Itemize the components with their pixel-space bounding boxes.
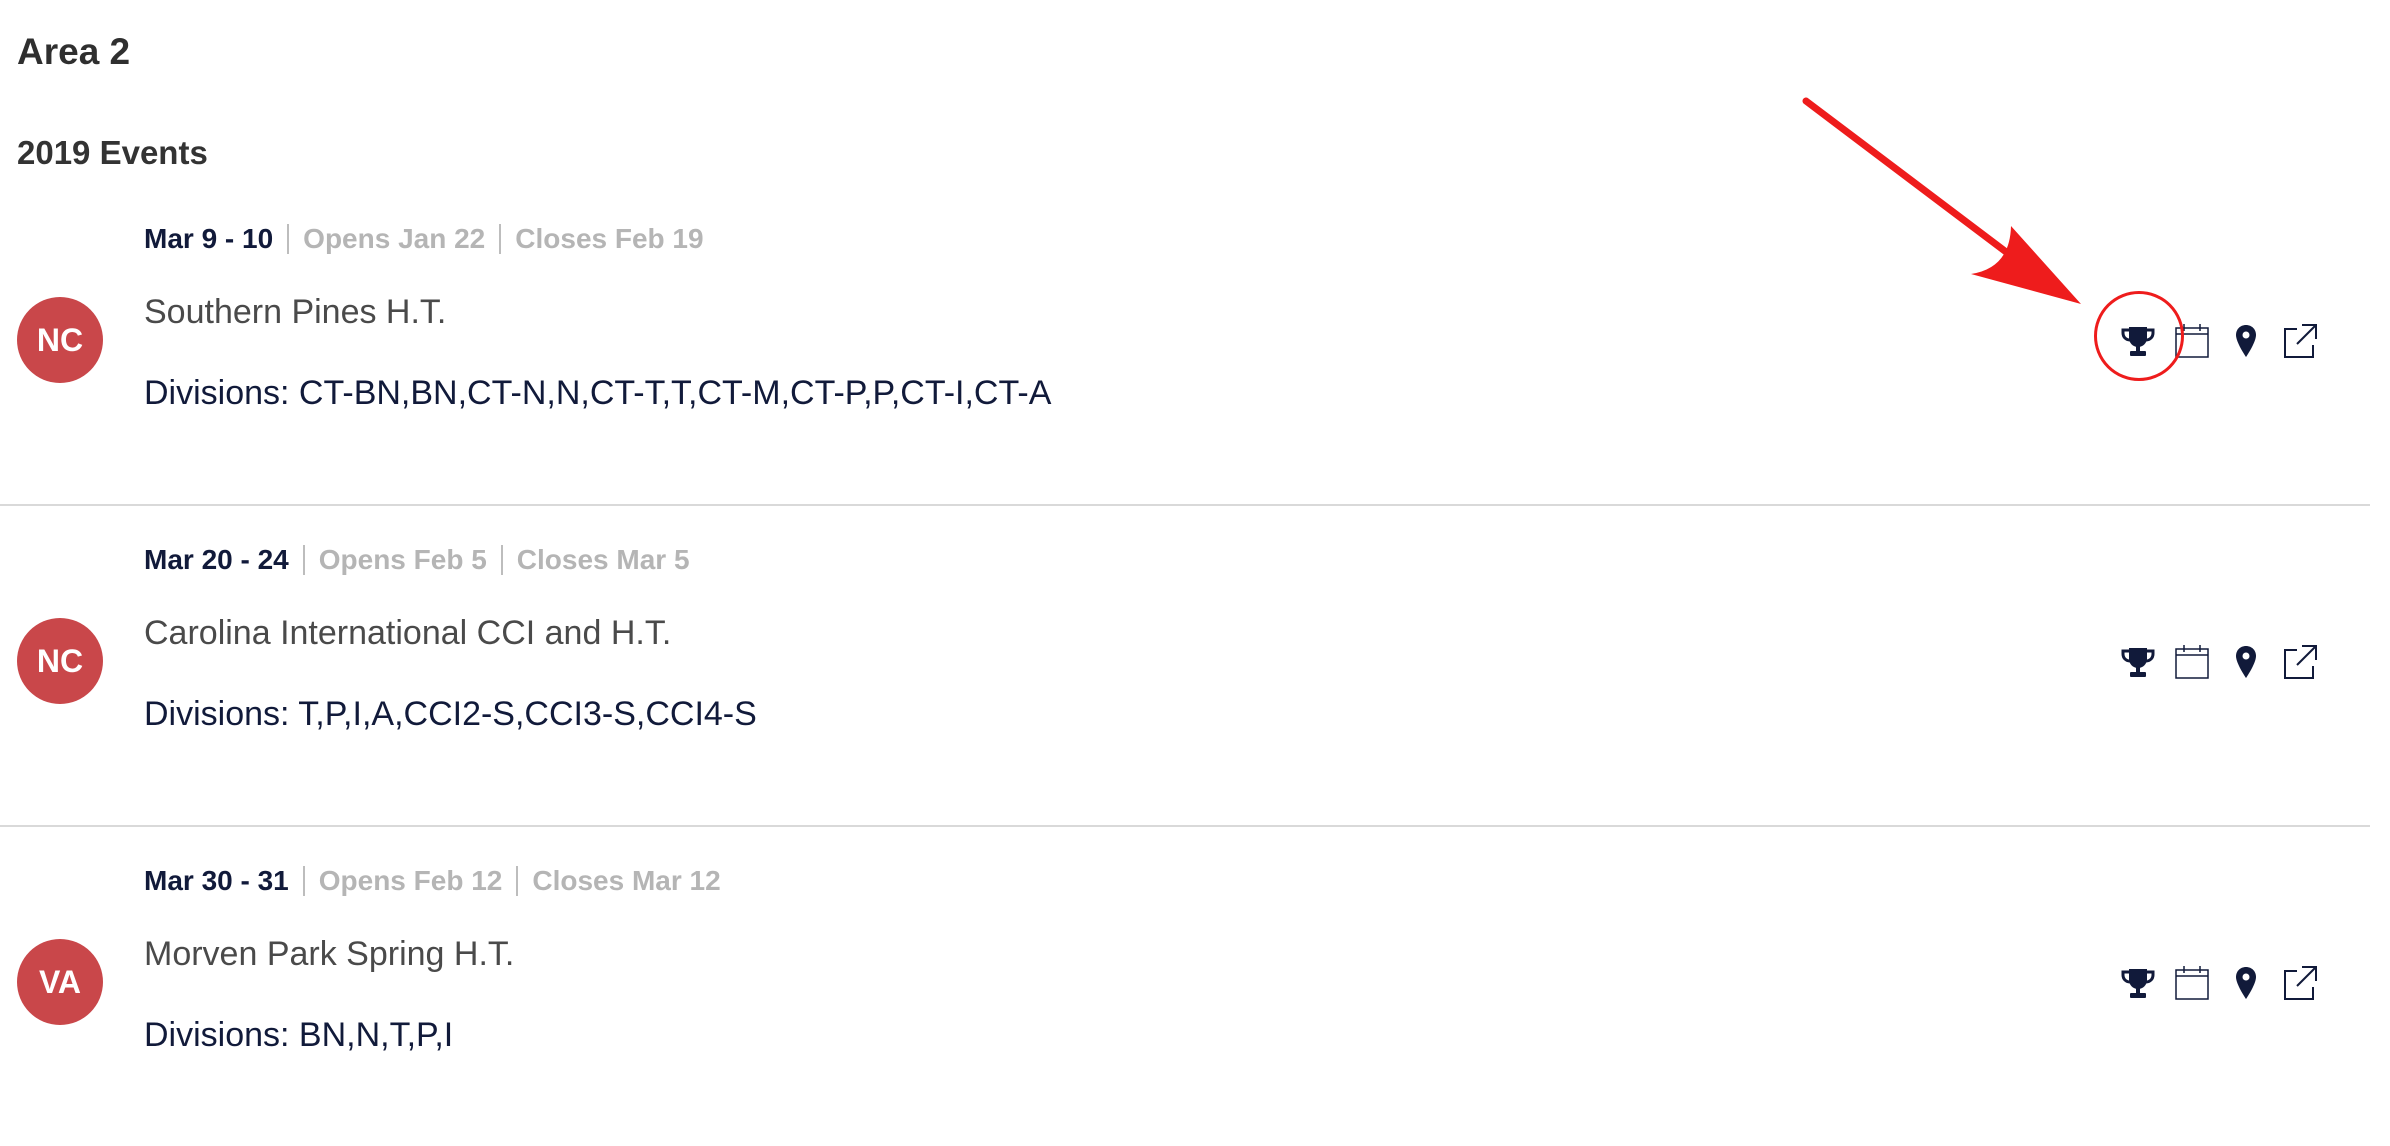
map-pin-icon[interactable]	[2226, 321, 2266, 361]
event-actions	[2118, 958, 2320, 1008]
separator	[302, 866, 305, 896]
event-actions	[2118, 637, 2320, 687]
event-list: NC Mar 9 - 10 Opens Jan 22 Closes Feb 19…	[0, 185, 2370, 1146]
separator	[516, 866, 519, 896]
event-row: NC Mar 9 - 10 Opens Jan 22 Closes Feb 19…	[0, 185, 2370, 506]
event-opens: Opens Feb 12	[318, 865, 503, 896]
event-dates-line: Mar 20 - 24 Opens Feb 5 Closes Mar 5	[144, 544, 690, 576]
trophy-icon[interactable]	[2118, 642, 2158, 682]
state-badge: NC	[17, 297, 103, 383]
event-dates-line: Mar 30 - 31 Opens Feb 12 Closes Mar 12	[144, 865, 721, 897]
separator	[287, 224, 290, 254]
annotation-highlight-circle	[2094, 291, 2184, 381]
trophy-icon[interactable]	[2118, 963, 2158, 1003]
event-divisions: Divisions: T,P,I,A,CCI2-S,CCI3-S,CCI4-S	[144, 695, 757, 733]
event-dates: Mar 30 - 31	[144, 865, 289, 896]
area-title: Area 2	[17, 31, 131, 72]
external-link-icon[interactable]	[2280, 321, 2320, 361]
calendar-icon[interactable]	[2172, 963, 2212, 1003]
separator	[302, 545, 305, 575]
separator	[499, 224, 502, 254]
event-name: Southern Pines H.T.	[144, 293, 447, 331]
map-pin-icon[interactable]	[2226, 963, 2266, 1003]
map-pin-icon[interactable]	[2226, 642, 2266, 682]
event-row: VA Mar 30 - 31 Opens Feb 12 Closes Mar 1…	[0, 827, 2370, 1146]
event-closes: Closes Mar 5	[516, 544, 690, 575]
event-closes: Closes Mar 12	[532, 865, 721, 896]
event-dates: Mar 20 - 24	[144, 544, 289, 575]
external-link-icon[interactable]	[2280, 642, 2320, 682]
state-badge: NC	[17, 618, 103, 704]
event-name: Carolina International CCI and H.T.	[144, 614, 672, 652]
event-closes: Closes Feb 19	[515, 223, 704, 254]
event-row: NC Mar 20 - 24 Opens Feb 5 Closes Mar 5 …	[0, 506, 2370, 827]
event-name: Morven Park Spring H.T.	[144, 935, 515, 973]
external-link-icon[interactable]	[2280, 963, 2320, 1003]
year-heading: 2019 Events	[17, 134, 208, 171]
calendar-icon[interactable]	[2172, 642, 2212, 682]
event-dates: Mar 9 - 10	[144, 223, 274, 254]
event-opens: Opens Jan 22	[303, 223, 486, 254]
event-dates-line: Mar 9 - 10 Opens Jan 22 Closes Feb 19	[144, 223, 704, 255]
separator	[500, 545, 503, 575]
event-divisions: Divisions: BN,N,T,P,I	[144, 1016, 454, 1054]
event-opens: Opens Feb 5	[318, 544, 487, 575]
state-badge: VA	[17, 939, 103, 1025]
event-divisions: Divisions: CT-BN,BN,CT-N,N,CT-T,T,CT-M,C…	[144, 374, 1052, 412]
